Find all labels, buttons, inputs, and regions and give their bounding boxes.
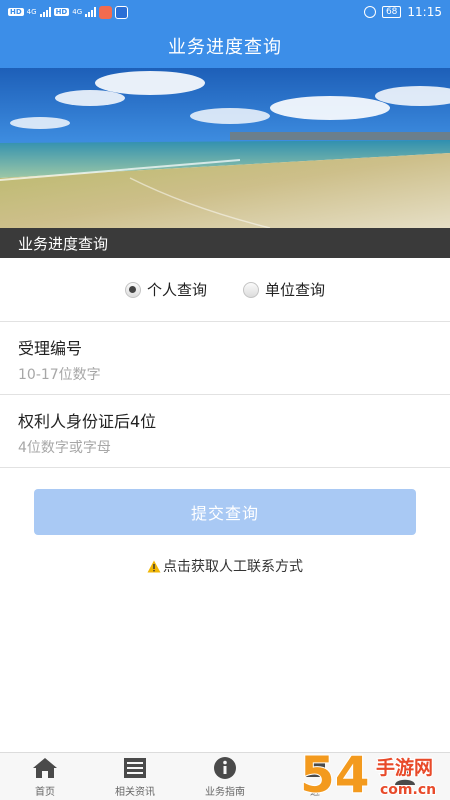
nav-home-label: 首页 xyxy=(35,786,55,798)
warning-icon xyxy=(147,560,161,573)
network-type: 4G xyxy=(26,8,37,16)
svg-text:54: 54 xyxy=(300,746,370,800)
query-type-radio-group: 个人查询 单位查询 xyxy=(0,258,450,322)
app-notification-icon-2 xyxy=(115,5,129,19)
news-icon xyxy=(123,756,147,780)
nav-news-label: 相关资讯 xyxy=(115,786,155,798)
info-icon xyxy=(213,756,237,780)
radio-company-label: 单位查询 xyxy=(265,281,326,299)
signal-icon-2 xyxy=(85,7,97,17)
nav-item-home[interactable]: 首页 xyxy=(0,753,90,800)
id-last4-label: 权利人身份证后4位 xyxy=(18,412,157,431)
radio-unchecked-icon[interactable] xyxy=(243,281,259,298)
submit-query-button[interactable]: 提交查询 xyxy=(34,489,416,535)
svg-text:手游网: 手游网 xyxy=(376,756,433,779)
acceptance-number-input[interactable] xyxy=(18,367,432,383)
svg-text:com.cn: com.cn xyxy=(380,782,436,798)
id-last4-input[interactable] xyxy=(18,440,432,456)
clock: 11:15 xyxy=(407,5,442,19)
contact-link-label: 点击获取人工联系方式 xyxy=(163,559,303,575)
battery-icon: 68 xyxy=(381,6,402,18)
radio-personal-query[interactable]: 个人查询 xyxy=(124,279,207,300)
acceptance-number-label: 受理编号 xyxy=(18,339,83,358)
hd-badge: HD xyxy=(8,8,24,16)
banner-image xyxy=(0,68,450,228)
alarm-icon xyxy=(363,6,376,18)
app-notification-icon xyxy=(99,5,113,19)
nav-item-guide[interactable]: 业务指南 xyxy=(180,753,270,800)
signal-icon xyxy=(39,7,51,17)
acceptance-number-field: 受理编号 xyxy=(0,323,450,395)
site-watermark: 54 手游网 com.cn xyxy=(298,740,450,800)
nav-guide-label: 业务指南 xyxy=(205,786,245,798)
status-right: 68 11:15 xyxy=(363,5,442,19)
radio-checked-icon[interactable] xyxy=(124,281,141,298)
status-bar: HD 4G HD 4G 68 11:15 xyxy=(0,0,450,24)
id-last4-field: 权利人身份证后4位 xyxy=(0,396,450,468)
beach-photo xyxy=(0,68,450,228)
contact-link[interactable]: 点击获取人工联系方式 xyxy=(0,556,450,576)
app-bar: 业务进度查询 xyxy=(0,24,450,68)
banner-caption: 业务进度查询 xyxy=(0,228,450,258)
home-icon xyxy=(32,756,58,780)
radio-company-query[interactable]: 单位查询 xyxy=(243,279,325,300)
hd-badge-2: HD xyxy=(53,8,70,16)
status-left: HD 4G HD 4G xyxy=(8,5,129,19)
page-title: 业务进度查询 xyxy=(168,37,282,58)
nav-item-news[interactable]: 相关资讯 xyxy=(90,753,180,800)
network-type-2: 4G xyxy=(72,8,83,16)
radio-personal-label: 个人查询 xyxy=(146,281,207,299)
